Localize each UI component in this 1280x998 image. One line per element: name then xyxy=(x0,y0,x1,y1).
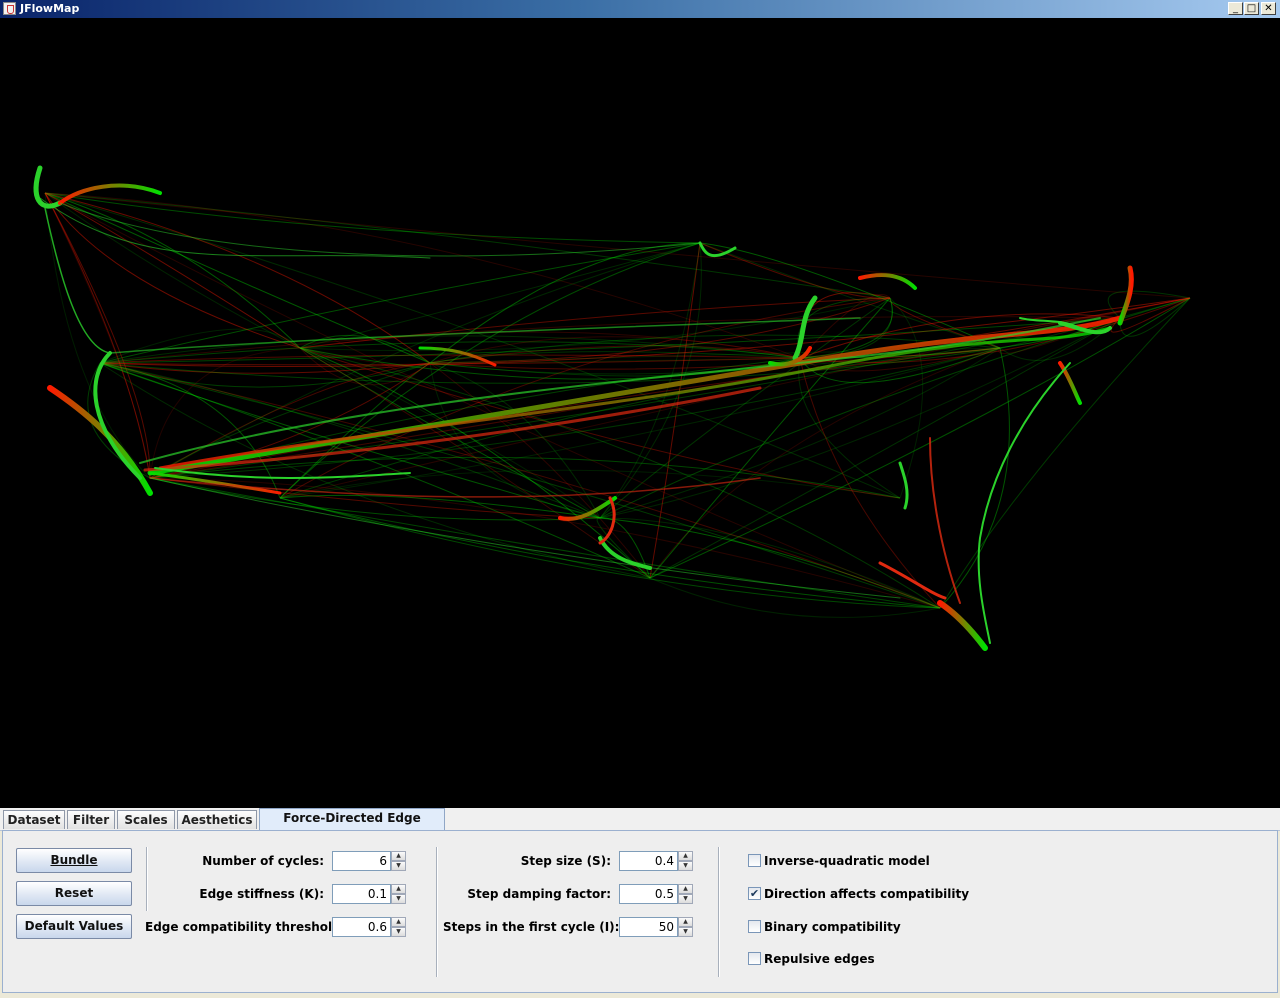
increment-arrow-icon[interactable]: ▲ xyxy=(391,917,406,927)
step-size-spinner[interactable]: ▲ ▼ xyxy=(619,851,693,871)
faint-flow-edges xyxy=(44,192,1191,618)
check-icon[interactable]: ✔ xyxy=(748,887,761,900)
increment-arrow-icon[interactable]: ▲ xyxy=(678,851,693,861)
tab-filter[interactable]: Filter xyxy=(67,810,115,829)
step-size-input[interactable] xyxy=(619,851,678,871)
flow-edge xyxy=(44,192,891,299)
direction-affects-compatibility-label: Direction affects compatibility xyxy=(764,887,970,901)
flow-edge xyxy=(149,362,431,479)
bundle-button[interactable]: Bundle xyxy=(16,848,132,873)
tab-scales[interactable]: Scales xyxy=(117,810,175,829)
decrement-arrow-icon[interactable]: ▼ xyxy=(391,861,406,871)
bundle-button-label: Bundle xyxy=(50,853,98,867)
flow-edge xyxy=(44,192,801,359)
number-of-cycles-input[interactable] xyxy=(332,851,391,871)
repulsive-edges-label: Repulsive edges xyxy=(764,952,875,966)
edge-bundling-panel: Bundle Reset Default Values Number of cy… xyxy=(2,830,1278,993)
inverse-quadratic-model-label: Inverse-quadratic model xyxy=(764,854,930,868)
steps-in-first-cycle-spinner[interactable]: ▲ ▼ xyxy=(619,917,693,937)
tab-dataset[interactable]: Dataset xyxy=(3,810,65,829)
decrement-arrow-icon[interactable]: ▼ xyxy=(391,927,406,937)
edge-stiffness-input[interactable] xyxy=(332,884,391,904)
flow-map-svg[interactable] xyxy=(0,18,1280,808)
flow-edge xyxy=(149,362,431,479)
minimize-button[interactable]: _ xyxy=(1228,2,1243,15)
maximize-button[interactable]: □ xyxy=(1244,2,1259,15)
step-damping-factor-spinner[interactable]: ▲ ▼ xyxy=(619,884,693,904)
number-of-cycles-spinner[interactable]: ▲ ▼ xyxy=(332,851,406,871)
flow-map-canvas[interactable] xyxy=(0,18,1280,808)
edge-stiffness-label: Edge stiffness (K): xyxy=(199,887,324,901)
step-damping-factor-label: Step damping factor: xyxy=(467,887,611,901)
increment-arrow-icon[interactable]: ▲ xyxy=(391,884,406,894)
increment-arrow-icon[interactable]: ▲ xyxy=(678,884,693,894)
checkbox-box[interactable] xyxy=(748,952,761,965)
decrement-arrow-icon[interactable]: ▼ xyxy=(678,927,693,937)
window-title: JFlowMap xyxy=(20,2,80,15)
separator xyxy=(146,847,148,911)
decrement-arrow-icon[interactable]: ▼ xyxy=(678,861,693,871)
edge-compatibility-threshold-input[interactable] xyxy=(332,917,391,937)
tab-force-directed-edge-bundling[interactable]: Force-Directed Edge Bundling xyxy=(259,808,445,843)
checkbox-box[interactable] xyxy=(748,854,761,867)
title-bar: JFlowMap _ □ ✕ xyxy=(0,0,1280,18)
decrement-arrow-icon[interactable]: ▼ xyxy=(678,894,693,904)
tab-aesthetics[interactable]: Aesthetics xyxy=(177,810,257,829)
separator xyxy=(718,847,720,977)
step-size-label: Step size (S): xyxy=(520,854,611,868)
edge-compatibility-threshold-spinner[interactable]: ▲ ▼ xyxy=(332,917,406,937)
flow-edge xyxy=(939,347,1010,609)
reset-button[interactable]: Reset xyxy=(16,881,132,906)
flow-edge xyxy=(99,242,701,364)
increment-arrow-icon[interactable]: ▲ xyxy=(678,917,693,927)
step-damping-factor-input[interactable] xyxy=(619,884,678,904)
number-of-cycles-label: Number of cycles: xyxy=(202,854,324,868)
flow-edge xyxy=(649,347,1001,579)
checkbox-box[interactable] xyxy=(748,920,761,933)
separator xyxy=(436,847,438,977)
default-values-button[interactable]: Default Values xyxy=(16,914,132,939)
binary-compatibility-label: Binary compatibility xyxy=(764,920,901,934)
flow-edge xyxy=(649,297,1191,579)
steps-in-first-cycle-input[interactable] xyxy=(619,917,678,937)
steps-in-first-cycle-label: Steps in the first cycle (I): xyxy=(443,920,620,934)
tab-strip: Dataset Filter Scales Aesthetics Force-D… xyxy=(0,808,1280,843)
increment-arrow-icon[interactable]: ▲ xyxy=(391,851,406,861)
flow-edge xyxy=(149,362,431,479)
close-button[interactable]: ✕ xyxy=(1261,2,1276,15)
decrement-arrow-icon[interactable]: ▼ xyxy=(391,894,406,904)
edge-stiffness-spinner[interactable]: ▲ ▼ xyxy=(332,884,406,904)
java-cup-icon xyxy=(3,2,16,15)
edge-compatibility-threshold-label: Edge compatibility threshold: xyxy=(145,920,346,934)
